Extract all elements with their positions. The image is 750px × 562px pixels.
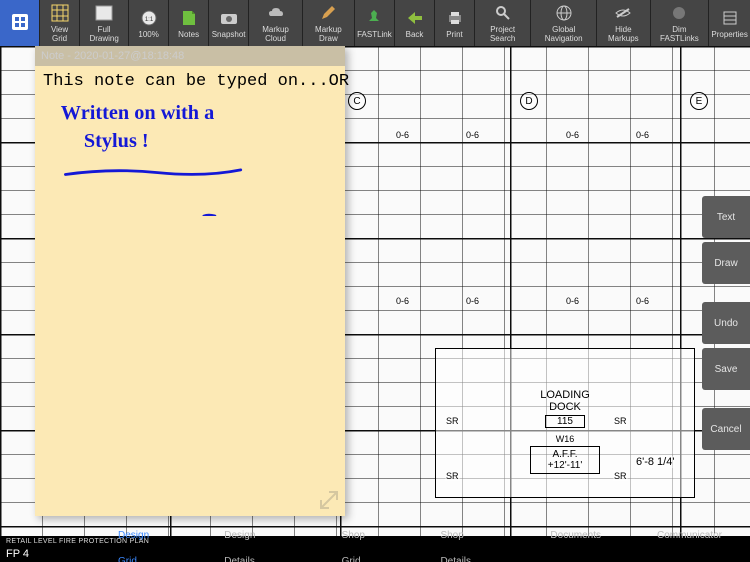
tab-design-details[interactable]: Design Details <box>196 523 313 562</box>
search-icon <box>493 3 513 23</box>
sr-label: SR <box>445 471 460 481</box>
view-grid-button[interactable]: View Grid <box>40 0 80 46</box>
label: Snapshot <box>212 30 246 39</box>
drawing-canvas[interactable]: C D E 0-6 0-6 0-6 0-6 0-6 0-6 0-6 0-6 LO… <box>0 46 750 536</box>
globe-icon <box>554 3 574 23</box>
grid-bubble-c: C <box>348 92 366 110</box>
note-header[interactable]: Note - 2020-01-27@18:18:48 <box>35 46 345 66</box>
label: Properties <box>711 30 747 39</box>
label: Dim FASTLinks <box>655 25 705 43</box>
tab-documents[interactable]: Documents <box>522 523 629 562</box>
svg-text:Stylus !: Stylus ! <box>84 130 149 152</box>
undo-button[interactable]: Undo <box>702 302 750 344</box>
sr-label: SR <box>613 471 628 481</box>
tab-shop-grid[interactable]: Shop Grid <box>314 523 413 562</box>
cloud-icon <box>266 3 286 23</box>
bottom-tabs: Design Grid Design Details Shop Grid Sho… <box>90 523 750 562</box>
draw-tool-button[interactable]: Draw <box>702 242 750 284</box>
grid-icon <box>50 3 70 23</box>
hide-icon <box>613 3 633 23</box>
snapshot-button[interactable]: Snapshot <box>209 0 249 46</box>
full-drawing-button[interactable]: Full Drawing <box>80 0 129 46</box>
svg-text:Written on with a: Written on with a <box>61 102 215 124</box>
loading-dock-box: LOADING DOCK 115 W16 A.F.F. +12'-11' <box>435 348 695 498</box>
sr-label: SR <box>613 416 628 426</box>
dim-fastlinks-button[interactable]: Dim FASTLinks <box>651 0 710 46</box>
sticky-note[interactable]: Note - 2020-01-27@18:18:48 This note can… <box>35 46 345 516</box>
grid-mark: 0-6 <box>395 296 410 306</box>
save-button[interactable]: Save <box>702 348 750 390</box>
label: Global Navigation <box>535 25 592 43</box>
top-toolbar: View Grid Full Drawing 1:1 100% Notes Sn… <box>0 0 750 46</box>
grid-bubble-d: D <box>520 92 538 110</box>
global-nav-button[interactable]: Global Navigation <box>531 0 597 46</box>
tab-communicator[interactable]: Communicator <box>629 523 750 562</box>
sr-label: SR <box>445 416 460 426</box>
label: Full Drawing <box>84 25 124 43</box>
cancel-button[interactable]: Cancel <box>702 408 750 450</box>
label: Back <box>406 30 424 39</box>
dimension-label: 6'-8 1/4' <box>635 456 675 468</box>
grid-mark: 0-6 <box>635 130 650 140</box>
pin-icon <box>364 8 384 28</box>
sheet-title: RETAIL LEVEL FIRE PROTECTION PLAN <box>6 538 149 545</box>
note-handwriting: Written on with a Stylus ! <box>45 96 335 216</box>
print-icon <box>445 8 465 28</box>
label: Project Search <box>479 25 526 43</box>
full-drawing-icon <box>94 3 114 23</box>
properties-button[interactable]: Properties <box>709 0 750 46</box>
notes-button[interactable]: Notes <box>169 0 209 46</box>
print-button[interactable]: Print <box>435 0 475 46</box>
label: View Grid <box>44 25 75 43</box>
grid-mark: 0-6 <box>465 296 480 306</box>
tab-shop-details[interactable]: Shop Details <box>412 523 522 562</box>
pencil-icon <box>318 3 338 23</box>
label: Markup Cloud <box>253 25 298 43</box>
text-tool-button[interactable]: Text <box>702 196 750 238</box>
hide-markups-button[interactable]: Hide Markups <box>597 0 650 46</box>
label: Hide Markups <box>601 25 645 43</box>
note-typed-text[interactable]: This note can be typed on...OR <box>35 66 345 97</box>
sheet-id: FP 4 <box>6 548 29 560</box>
label: Markup Draw <box>307 25 350 43</box>
back-icon <box>405 8 425 28</box>
notes-icon <box>179 8 199 28</box>
label: 100% <box>138 30 158 39</box>
bottom-bar: RETAIL LEVEL FIRE PROTECTION PLAN FP 4 D… <box>0 536 750 562</box>
markup-cloud-button[interactable]: Markup Cloud <box>249 0 303 46</box>
props-icon <box>720 8 740 28</box>
fastlink-button[interactable]: FASTLink <box>355 0 395 46</box>
camera-icon <box>219 8 239 28</box>
app-button[interactable] <box>0 0 40 46</box>
grid-mark: 0-6 <box>465 130 480 140</box>
grid-bubble-e: E <box>690 92 708 110</box>
zoom-icon: 1:1 <box>139 8 159 28</box>
dim-icon <box>669 3 689 23</box>
zoom-button[interactable]: 1:1 100% <box>129 0 169 46</box>
label: Print <box>446 30 462 39</box>
label: FASTLink <box>357 30 392 39</box>
project-search-button[interactable]: Project Search <box>475 0 531 46</box>
grid-mark: 0-6 <box>635 296 650 306</box>
markup-draw-button[interactable]: Markup Draw <box>303 0 355 46</box>
back-button[interactable]: Back <box>395 0 435 46</box>
resize-handle-icon[interactable] <box>319 490 339 510</box>
note-tool-palette: Text Draw Undo Save Cancel <box>702 196 750 450</box>
svg-text:1:1: 1:1 <box>144 17 153 23</box>
grid-mark: 0-6 <box>395 130 410 140</box>
label: Notes <box>178 30 199 39</box>
grid-mark: 0-6 <box>565 130 580 140</box>
grid-mark: 0-6 <box>565 296 580 306</box>
